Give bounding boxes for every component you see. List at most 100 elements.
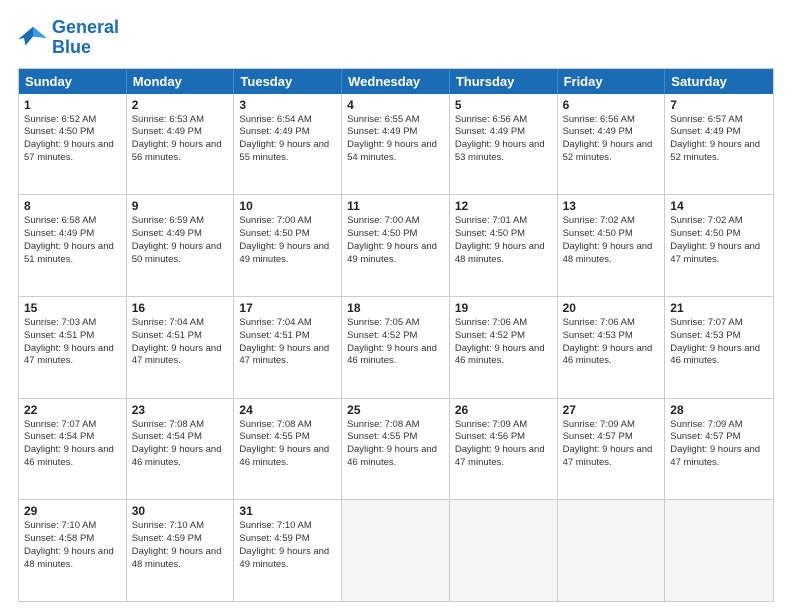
calendar-day-26: 26 Sunrise: 7:09 AM Sunset: 4:56 PM Dayl… [450, 399, 558, 500]
daylight-label: Daylight: 9 hours and 51 minutes. [24, 241, 114, 265]
calendar-day-10: 10 Sunrise: 7:00 AM Sunset: 4:50 PM Dayl… [234, 195, 342, 296]
sunset-label: Sunset: 4:49 PM [132, 126, 202, 137]
sunrise-label: Sunrise: 6:58 AM [24, 215, 96, 226]
day-info: Sunrise: 6:54 AM Sunset: 4:49 PM Dayligh… [239, 114, 336, 165]
empty-cell [450, 500, 558, 601]
day-info: Sunrise: 7:08 AM Sunset: 4:55 PM Dayligh… [347, 419, 444, 470]
sunrise-label: Sunrise: 7:10 AM [24, 520, 96, 531]
calendar-day-3: 3 Sunrise: 6:54 AM Sunset: 4:49 PM Dayli… [234, 94, 342, 195]
sunset-label: Sunset: 4:50 PM [670, 228, 740, 239]
calendar: SundayMondayTuesdayWednesdayThursdayFrid… [18, 68, 774, 602]
day-number: 28 [670, 403, 768, 417]
sunrise-label: Sunrise: 7:05 AM [347, 317, 419, 328]
calendar-day-13: 13 Sunrise: 7:02 AM Sunset: 4:50 PM Dayl… [558, 195, 666, 296]
day-number: 20 [563, 301, 660, 315]
sunrise-label: Sunrise: 7:04 AM [132, 317, 204, 328]
sunset-label: Sunset: 4:52 PM [347, 330, 417, 341]
sunset-label: Sunset: 4:49 PM [455, 126, 525, 137]
sunrise-label: Sunrise: 7:07 AM [670, 317, 742, 328]
daylight-label: Daylight: 9 hours and 46 minutes. [455, 343, 545, 367]
day-info: Sunrise: 7:07 AM Sunset: 4:54 PM Dayligh… [24, 419, 121, 470]
sunset-label: Sunset: 4:57 PM [670, 431, 740, 442]
day-number: 3 [239, 98, 336, 112]
calendar-day-23: 23 Sunrise: 7:08 AM Sunset: 4:54 PM Dayl… [127, 399, 235, 500]
sunrise-label: Sunrise: 7:09 AM [455, 419, 527, 430]
sunrise-label: Sunrise: 7:07 AM [24, 419, 96, 430]
day-number: 22 [24, 403, 121, 417]
calendar-day-24: 24 Sunrise: 7:08 AM Sunset: 4:55 PM Dayl… [234, 399, 342, 500]
day-info: Sunrise: 6:52 AM Sunset: 4:50 PM Dayligh… [24, 114, 121, 165]
calendar-week-5: 29 Sunrise: 7:10 AM Sunset: 4:58 PM Dayl… [19, 499, 773, 601]
sunset-label: Sunset: 4:58 PM [24, 533, 94, 544]
day-info: Sunrise: 7:04 AM Sunset: 4:51 PM Dayligh… [239, 317, 336, 368]
daylight-label: Daylight: 9 hours and 56 minutes. [132, 139, 222, 163]
day-number: 14 [670, 199, 768, 213]
day-number: 13 [563, 199, 660, 213]
sunset-label: Sunset: 4:49 PM [132, 228, 202, 239]
header-day-friday: Friday [558, 69, 666, 94]
calendar-day-21: 21 Sunrise: 7:07 AM Sunset: 4:53 PM Dayl… [665, 297, 773, 398]
sunrise-label: Sunrise: 7:08 AM [347, 419, 419, 430]
daylight-label: Daylight: 9 hours and 53 minutes. [455, 139, 545, 163]
sunset-label: Sunset: 4:49 PM [670, 126, 740, 137]
calendar-day-2: 2 Sunrise: 6:53 AM Sunset: 4:49 PM Dayli… [127, 94, 235, 195]
empty-cell [665, 500, 773, 601]
day-number: 18 [347, 301, 444, 315]
calendar-day-28: 28 Sunrise: 7:09 AM Sunset: 4:57 PM Dayl… [665, 399, 773, 500]
calendar-day-6: 6 Sunrise: 6:56 AM Sunset: 4:49 PM Dayli… [558, 94, 666, 195]
calendar-day-27: 27 Sunrise: 7:09 AM Sunset: 4:57 PM Dayl… [558, 399, 666, 500]
sunrise-label: Sunrise: 7:01 AM [455, 215, 527, 226]
daylight-label: Daylight: 9 hours and 47 minutes. [670, 241, 760, 265]
day-info: Sunrise: 7:08 AM Sunset: 4:54 PM Dayligh… [132, 419, 229, 470]
daylight-label: Daylight: 9 hours and 49 minutes. [347, 241, 437, 265]
day-info: Sunrise: 7:03 AM Sunset: 4:51 PM Dayligh… [24, 317, 121, 368]
day-info: Sunrise: 7:09 AM Sunset: 4:57 PM Dayligh… [670, 419, 768, 470]
sunset-label: Sunset: 4:55 PM [239, 431, 309, 442]
calendar-day-4: 4 Sunrise: 6:55 AM Sunset: 4:49 PM Dayli… [342, 94, 450, 195]
daylight-label: Daylight: 9 hours and 57 minutes. [24, 139, 114, 163]
empty-cell [342, 500, 450, 601]
day-number: 5 [455, 98, 552, 112]
daylight-label: Daylight: 9 hours and 46 minutes. [239, 444, 329, 468]
sunrise-label: Sunrise: 6:53 AM [132, 114, 204, 125]
sunrise-label: Sunrise: 7:02 AM [563, 215, 635, 226]
daylight-label: Daylight: 9 hours and 52 minutes. [670, 139, 760, 163]
day-number: 16 [132, 301, 229, 315]
calendar-day-9: 9 Sunrise: 6:59 AM Sunset: 4:49 PM Dayli… [127, 195, 235, 296]
sunset-label: Sunset: 4:52 PM [455, 330, 525, 341]
sunrise-label: Sunrise: 6:57 AM [670, 114, 742, 125]
day-info: Sunrise: 7:10 AM Sunset: 4:58 PM Dayligh… [24, 520, 121, 571]
day-number: 29 [24, 504, 121, 518]
sunset-label: Sunset: 4:49 PM [563, 126, 633, 137]
sunset-label: Sunset: 4:50 PM [347, 228, 417, 239]
sunrise-label: Sunrise: 7:00 AM [347, 215, 419, 226]
daylight-label: Daylight: 9 hours and 50 minutes. [132, 241, 222, 265]
header-day-sunday: Sunday [19, 69, 127, 94]
day-info: Sunrise: 7:10 AM Sunset: 4:59 PM Dayligh… [132, 520, 229, 571]
sunrise-label: Sunrise: 7:10 AM [132, 520, 204, 531]
sunrise-label: Sunrise: 6:55 AM [347, 114, 419, 125]
day-number: 31 [239, 504, 336, 518]
page: General Blue SundayMondayTuesdayWednesda… [0, 0, 792, 612]
calendar-day-7: 7 Sunrise: 6:57 AM Sunset: 4:49 PM Dayli… [665, 94, 773, 195]
sunset-label: Sunset: 4:54 PM [24, 431, 94, 442]
day-info: Sunrise: 7:00 AM Sunset: 4:50 PM Dayligh… [239, 215, 336, 266]
sunset-label: Sunset: 4:50 PM [239, 228, 309, 239]
calendar-day-17: 17 Sunrise: 7:04 AM Sunset: 4:51 PM Dayl… [234, 297, 342, 398]
daylight-label: Daylight: 9 hours and 47 minutes. [239, 343, 329, 367]
sunset-label: Sunset: 4:57 PM [563, 431, 633, 442]
day-number: 24 [239, 403, 336, 417]
calendar-day-14: 14 Sunrise: 7:02 AM Sunset: 4:50 PM Dayl… [665, 195, 773, 296]
daylight-label: Daylight: 9 hours and 47 minutes. [563, 444, 653, 468]
calendar-day-30: 30 Sunrise: 7:10 AM Sunset: 4:59 PM Dayl… [127, 500, 235, 601]
calendar-day-18: 18 Sunrise: 7:05 AM Sunset: 4:52 PM Dayl… [342, 297, 450, 398]
calendar-day-5: 5 Sunrise: 6:56 AM Sunset: 4:49 PM Dayli… [450, 94, 558, 195]
logo-text: General Blue [52, 18, 119, 58]
daylight-label: Daylight: 9 hours and 49 minutes. [239, 546, 329, 570]
sunset-label: Sunset: 4:51 PM [24, 330, 94, 341]
calendar-day-19: 19 Sunrise: 7:06 AM Sunset: 4:52 PM Dayl… [450, 297, 558, 398]
calendar-week-3: 15 Sunrise: 7:03 AM Sunset: 4:51 PM Dayl… [19, 296, 773, 398]
day-number: 23 [132, 403, 229, 417]
logo: General Blue [18, 18, 119, 58]
calendar-day-11: 11 Sunrise: 7:00 AM Sunset: 4:50 PM Dayl… [342, 195, 450, 296]
